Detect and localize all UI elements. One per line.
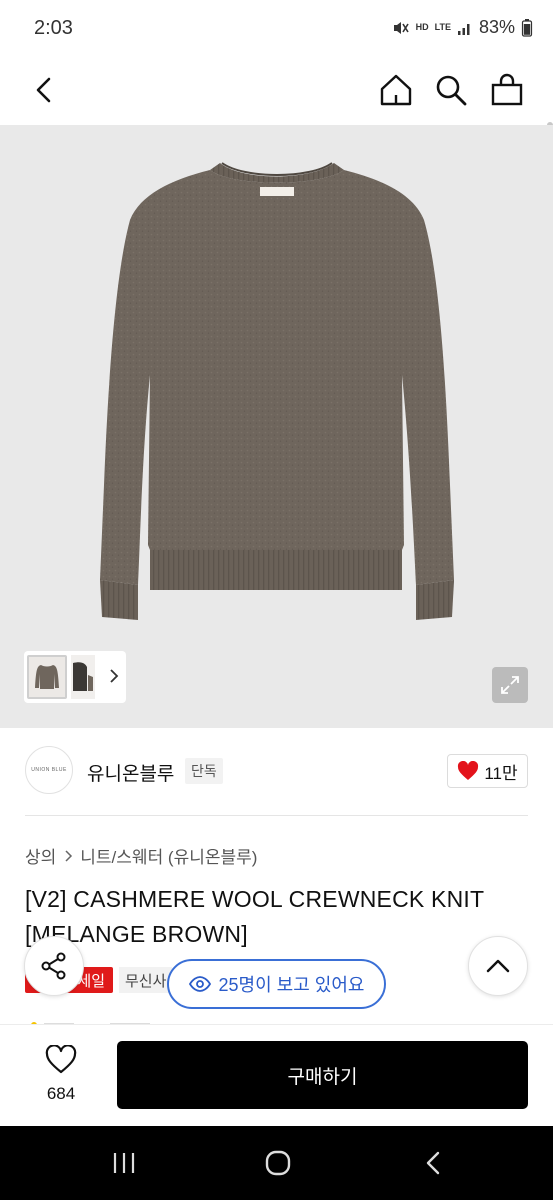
home-nav-icon[interactable] — [258, 1148, 298, 1178]
signal-icon — [457, 23, 470, 35]
chevron-up-icon — [486, 959, 510, 973]
viewers-text: 25명이 보고 있어요 — [218, 975, 365, 995]
sweater-image — [100, 162, 454, 620]
thumbnail-front[interactable] — [27, 655, 67, 699]
battery-icon — [521, 18, 533, 37]
chevron-right-icon[interactable] — [108, 667, 120, 685]
divider — [25, 815, 528, 816]
system-nav-bar — [0, 1126, 553, 1200]
brand-like-button[interactable]: 11만 — [447, 754, 528, 788]
product-title: [V2] CASHMERE WOOL CREWNECK KNIT [MELANG… — [25, 886, 484, 947]
share-button[interactable] — [24, 936, 84, 996]
brand-logo[interactable]: UNION BLUE — [25, 746, 73, 794]
expand-icon[interactable] — [492, 667, 528, 703]
heart-outline-icon — [45, 1044, 77, 1074]
heart-icon — [458, 761, 479, 780]
product-image[interactable] — [0, 125, 553, 728]
recent-apps-icon[interactable] — [104, 1148, 144, 1178]
status-time: 2:03 — [34, 17, 73, 39]
top-app-bar — [0, 60, 553, 158]
mute-icon — [393, 21, 409, 34]
thumbnail-side[interactable] — [71, 655, 95, 699]
breadcrumb-category[interactable]: 상의 — [25, 843, 56, 868]
scroll-top-button[interactable] — [468, 936, 528, 996]
battery-percent: 83% — [478, 17, 515, 37]
back-arrow-icon[interactable] — [22, 68, 66, 112]
home-icon[interactable] — [374, 68, 418, 112]
purchase-bar: 684 구매하기 — [0, 1024, 553, 1126]
eye-icon — [188, 976, 211, 992]
share-icon — [41, 952, 66, 980]
store-badge: 무신사 — [119, 967, 173, 993]
network-lte: LTE — [434, 22, 451, 32]
brand-row: UNION BLUE 유니온블루 단독 11만 — [25, 745, 528, 797]
shopping-bag-icon[interactable] — [485, 68, 529, 112]
exclusive-badge: 단독 — [185, 758, 223, 784]
back-nav-icon[interactable] — [413, 1148, 453, 1178]
network-hd: HD — [415, 22, 429, 32]
chevron-right-icon — [65, 849, 73, 862]
brand-name[interactable]: 유니온블루 — [87, 759, 174, 786]
search-icon[interactable] — [429, 68, 473, 112]
like-count: 11만 — [484, 763, 518, 783]
status-icons: HD LTE 83% — [392, 17, 533, 38]
wishlist-button[interactable]: 684 — [36, 1044, 86, 1104]
status-bar: 2:03 HD LTE 83% — [0, 0, 553, 60]
image-thumbnail-strip[interactable] — [24, 651, 126, 703]
breadcrumb-subcategory[interactable]: 니트/스웨터 (유니온블루) — [80, 843, 257, 868]
breadcrumb: 상의 니트/스웨터 (유니온블루) — [25, 843, 257, 868]
buy-button[interactable]: 구매하기 — [117, 1041, 528, 1109]
wishlist-count: 684 — [46, 1084, 76, 1103]
viewers-indicator: 25명이 보고 있어요 — [167, 959, 386, 1009]
